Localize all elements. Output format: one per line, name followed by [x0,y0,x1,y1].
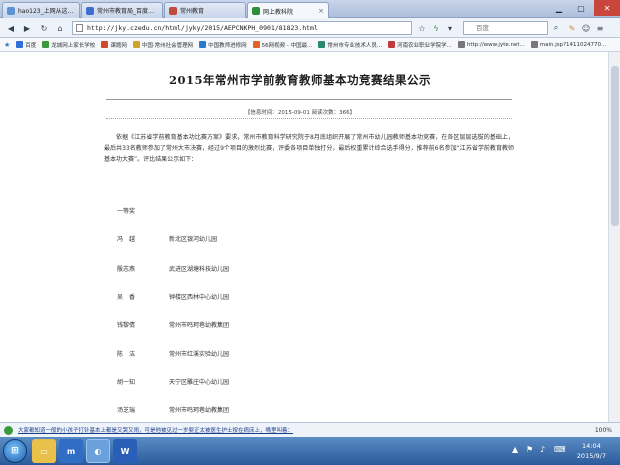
bookmark-item[interactable]: 河南农业职业学院学... [388,41,452,49]
forward-icon[interactable]: ▶ [20,21,34,35]
page-document-icon [76,24,83,32]
bookmark-favicon-icon [199,41,207,48]
tab-hao123[interactable]: hao123_上网从这里开始 [2,2,80,18]
bookmark-item[interactable]: main.jsp?1411024770... [530,41,606,48]
winner-school: 天宁区雕庄中心幼儿园 [169,379,230,386]
favorite-star-icon[interactable]: ☆ [416,21,428,35]
bookmark-item[interactable]: 课题网 [101,41,127,49]
search-placeholder: 百度 [476,24,489,32]
home-icon[interactable]: ⌂ [53,21,67,35]
clock-time: 14:04 [582,442,601,450]
winner-name: 钱黎倩 [117,322,136,329]
system-clock[interactable]: 14:04 2015/9/7 [577,441,606,461]
jky-favicon-icon [252,7,260,15]
network-icon[interactable]: ▲ [512,445,518,454]
winner-name: 吴 香 [117,294,136,301]
winner-school: 常州市鸣珂巷幼教集团 [169,407,230,414]
bookmarks-bar: ★ 百度 龙城网上家长学校 课题网 中国·常州社会管理网 中国教师进修网 56网… [0,38,620,52]
volume-icon[interactable]: ♪ [540,445,545,454]
file-explorer-icon[interactable]: ▭ [32,439,56,463]
bookmark-item[interactable]: http://www.jyte.net... [457,41,525,48]
meta-divider [106,118,512,119]
page-content: 2015年常州市学前教育教师基本功竞赛结果公示 【信息时间：2015-09-01… [0,52,620,422]
winner-row: 胡一知 天宁区雕庄中心幼儿园 [117,377,229,387]
winner-row: 冯 越 新北区银河幼儿园 [117,234,217,244]
maxthon-browser-icon[interactable]: m [59,439,83,463]
status-bar: 大家都知道一般的小孩子打针基本上都是又哭又闹，可是他被见过一岁婴正太被医生护士按… [0,422,620,437]
close-tab-icon[interactable]: × [315,7,324,15]
bookmark-favicon-icon [16,41,24,48]
window-close-icon[interactable]: ✕ [594,0,620,16]
article-meta: 【信息时间：2015-09-01 阅读次数：366】 [244,110,356,116]
winner-school: 常州市红溪实验幼儿园 [169,351,230,358]
winner-row: 殷志燕 武进区湖塘科技幼儿园 [117,264,229,274]
tab-online-research-institute[interactable]: 网上教科院 × [247,2,329,19]
taskbar: ⊞ ▭ m ◐ W ▲ ⚑ ♪ ⌨ 14:04 2015/9/7 [0,437,620,465]
search-input[interactable]: 百度 [463,21,548,35]
refresh-icon[interactable]: ↻ [37,21,51,35]
bookmark-item[interactable]: 中国·常州社会管理网 [132,41,193,49]
winner-school: 钟楼区西林中心幼儿园 [169,294,230,301]
minimize-icon[interactable]: ▁ [548,0,570,16]
bookmark-item[interactable]: 中国教师进修网 [199,41,247,49]
bookmark-favicon-icon [388,41,396,48]
winner-school: 新北区银河幼儿园 [169,236,218,243]
winner-name: 冯 越 [117,236,136,243]
status-news-ticker[interactable]: 大家都知道一般的小孩子打针基本上都是又哭又闹，可是他被见过一岁婴正太被医生护士按… [18,426,293,434]
bookmark-favicon-icon [530,41,538,48]
bookmark-favicon-icon [318,41,326,48]
dropdown-arrow-icon[interactable]: ▾ [444,21,456,35]
menu-icon[interactable]: ≡ [594,21,606,35]
address-url-text: http://jky.czedu.cn/html/jyky/2015/AEPCN… [87,24,318,32]
news-globe-icon [4,426,13,435]
bookmark-favicon-icon [132,41,140,48]
tab-bar: hao123_上网从这里开始 常州市教育局_百度搜索 常州教育 网上教科院 × … [0,0,620,19]
browser-taskbar-icon[interactable]: ◐ [86,439,110,463]
winner-name: 陈 洁 [117,351,136,358]
winner-name: 汤芝瑞 [117,407,136,414]
title-divider [106,99,512,100]
zoom-level[interactable]: 100% [595,427,612,434]
bookmark-item[interactable]: 56网视频 - 中国最... [252,41,312,49]
bookmark-item[interactable]: 常州市专业技术人员... [318,41,382,49]
user-icon[interactable]: ☺ [580,21,592,35]
search-icon[interactable]: ⌕ [550,21,562,35]
bookmark-favicon-icon [457,41,465,48]
winner-row: 陈 洁 常州市红溪实验幼儿园 [117,349,229,359]
baidu-favicon-icon [86,6,94,15]
navigation-bar: ◀ ▶ ↻ ⌂ http://jky.czedu.cn/html/jyky/20… [0,18,620,38]
winner-row: 吴 香 钟楼区西林中心幼儿园 [117,292,229,302]
flag-icon[interactable]: ⚑ [526,445,533,454]
lightning-icon[interactable]: ϟ [430,21,442,35]
article-paragraph: 依据《江苏省学前教育基本功比赛方案》要求，常州市教育科学研究院于8月底组织开展了… [104,134,514,163]
maximize-icon[interactable]: ▢ [570,0,592,16]
award-section-heading: 一等奖 [117,208,136,215]
winner-row: 汤芝瑞 常州市鸣珂巷幼教集团 [117,405,229,415]
winner-name: 胡一知 [117,379,136,386]
tab-baidu-search[interactable]: 常州市教育局_百度搜索 [81,2,163,18]
scrollbar-thumb[interactable] [611,66,619,226]
bookmark-favicon-icon [101,41,109,48]
winner-name: 殷志燕 [117,266,136,273]
article-title: 2015年常州市学前教育教师基本功竞赛结果公示 [168,73,431,87]
keyboard-icon[interactable]: ⌨ [554,445,566,454]
winner-row: 钱黎倩 常州市鸣珂巷幼教集团 [117,320,229,330]
bookmark-star-icon[interactable]: ★ [4,41,10,49]
hao123-favicon-icon [7,6,15,15]
bookmark-item[interactable]: 龙城网上家长学校 [42,41,95,49]
start-button[interactable]: ⊞ [3,439,27,463]
word-icon[interactable]: W [113,439,137,463]
extension-icon[interactable]: ✎ [566,21,578,35]
back-icon[interactable]: ◀ [4,21,18,35]
address-field[interactable]: http://jky.czedu.cn/html/jyky/2015/AEPCN… [72,21,412,35]
bookmark-favicon-icon [252,41,260,48]
vertical-scrollbar[interactable] [608,52,620,422]
winner-school: 常州市鸣珂巷幼教集团 [169,322,230,329]
czedu-favicon-icon [169,6,177,15]
tab-changzhou-education[interactable]: 常州教育 [164,2,246,18]
winner-school: 武进区湖塘科技幼儿园 [169,266,230,273]
bookmark-favicon-icon [42,41,50,48]
clock-date: 2015/9/7 [576,452,606,460]
bookmark-item[interactable]: 百度 [16,41,36,49]
